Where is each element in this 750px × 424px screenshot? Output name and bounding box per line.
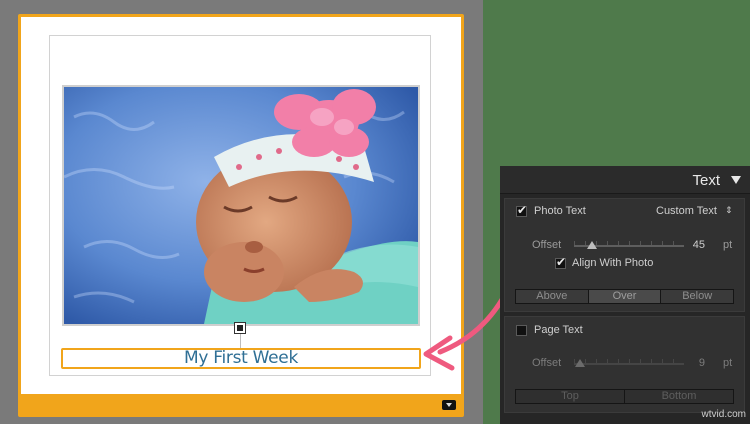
page-offset-slider[interactable] bbox=[574, 363, 684, 365]
panel-title: Text bbox=[692, 172, 720, 189]
photo-offset-slider-thumb[interactable] bbox=[587, 241, 597, 249]
top-button[interactable]: Top bbox=[516, 390, 625, 403]
photo-text-checkbox[interactable] bbox=[516, 203, 527, 217]
photo-text-mode-select[interactable]: Custom Text bbox=[656, 205, 717, 217]
page-offset-unit: pt bbox=[723, 357, 733, 369]
text-panel: Text Photo Text Custom Text ⇕ Offset 45 … bbox=[500, 166, 750, 424]
bottom-button[interactable]: Bottom bbox=[625, 390, 733, 403]
baby-photo bbox=[64, 87, 418, 324]
page-text-section: Page Text Offset 9 pt Top Bottom bbox=[504, 316, 745, 413]
photo-offset-label: Offset bbox=[532, 239, 562, 251]
page-offset-slider-thumb[interactable] bbox=[575, 359, 585, 367]
page-offset-value[interactable]: 9 bbox=[675, 357, 705, 369]
page-menu-icon[interactable] bbox=[442, 400, 456, 410]
above-button[interactable]: Above bbox=[516, 290, 589, 303]
photo-offset-unit: pt bbox=[723, 239, 733, 251]
photo-text-position-buttons: Above Over Below bbox=[515, 289, 734, 304]
photo-text-section: Photo Text Custom Text ⇕ Offset 45 pt Al… bbox=[504, 198, 745, 312]
page-text-label: Page Text bbox=[534, 324, 583, 336]
over-button[interactable]: Over bbox=[588, 290, 662, 303]
watermark: wtvid.com bbox=[701, 409, 746, 420]
photo-caption-field[interactable]: My First Week bbox=[61, 348, 421, 369]
collapse-triangle-icon[interactable] bbox=[731, 176, 741, 184]
align-with-photo-label: Align With Photo bbox=[572, 257, 654, 269]
photo-text-label: Photo Text bbox=[534, 205, 586, 217]
photo-cell[interactable] bbox=[62, 85, 420, 326]
photo-offset-value[interactable]: 45 bbox=[675, 239, 705, 251]
caption-anchor-handle[interactable] bbox=[234, 322, 246, 334]
below-button[interactable]: Below bbox=[661, 290, 734, 303]
text-panel-header[interactable]: Text bbox=[500, 166, 750, 194]
page-text-position-buttons: Top Bottom bbox=[515, 389, 734, 404]
page-offset-label: Offset bbox=[532, 357, 562, 369]
align-with-photo-checkbox[interactable] bbox=[555, 255, 566, 269]
up-down-chevron-icon[interactable]: ⇕ bbox=[725, 206, 733, 216]
page-text-checkbox[interactable] bbox=[516, 325, 527, 336]
